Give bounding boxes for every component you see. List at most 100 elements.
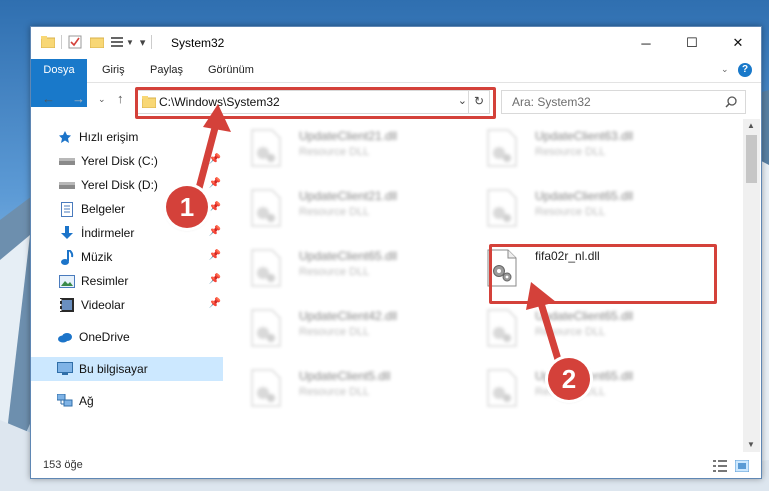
nav-label: Belgeler	[81, 202, 126, 216]
forward-arrow-icon[interactable]: →	[72, 91, 85, 106]
dll-file-icon	[487, 129, 517, 167]
recent-locations-icon[interactable]: ⌄	[98, 94, 106, 105]
nav-label: OneDrive	[79, 330, 130, 344]
drive-icon	[59, 177, 75, 193]
music-icon	[59, 249, 75, 265]
scrollbar-thumb[interactable]	[746, 135, 757, 183]
nav-label: Yerel Disk (D:)	[81, 178, 158, 192]
pin-icon[interactable]: 📌	[209, 226, 221, 237]
list-item[interactable]: UpdateClient65.dll Resource DLL	[469, 303, 689, 351]
list-item[interactable]: UpdateClient65.dll Resource DLL	[469, 183, 689, 231]
nav-item-network[interactable]: Ağ	[31, 389, 223, 413]
file-name: UpdateClient42.dll	[299, 309, 398, 323]
pin-icon[interactable]: 📌	[209, 202, 221, 213]
vertical-scrollbar[interactable]: ▲ ▼	[743, 119, 760, 452]
pictures-icon	[59, 273, 75, 289]
search-placeholder: Ara: System32	[512, 95, 591, 109]
scroll-up-icon[interactable]: ▲	[747, 121, 755, 130]
list-item[interactable]: UpdateClient65.dll Resource DLL	[233, 243, 453, 291]
star-icon	[57, 129, 73, 145]
target-file-highlight-box	[489, 244, 717, 304]
computer-icon	[57, 361, 73, 377]
file-name: UpdateClient65.dll	[535, 189, 634, 203]
dll-file-icon	[251, 369, 281, 407]
title-bar: ▼ ▾ System32 ─ ☐ ✕	[31, 27, 761, 59]
file-type: Resource DLL	[299, 266, 370, 278]
file-explorer-window: ▼ ▾ System32 ─ ☐ ✕ Dosya Giriş Paylaş Gö…	[30, 26, 762, 479]
properties-icon[interactable]	[68, 35, 82, 49]
details-view-icon[interactable]	[713, 460, 727, 472]
file-name: UpdateClient65.dll	[299, 249, 398, 263]
tab-view[interactable]: Görünüm	[197, 59, 265, 82]
quick-access-toolbar: ▼ ▾	[41, 35, 158, 49]
cloud-icon	[57, 329, 73, 345]
chevron-down-icon[interactable]: ▼	[126, 38, 134, 47]
documents-icon	[59, 201, 75, 217]
large-icons-view-icon[interactable]	[735, 460, 749, 472]
nav-label: Ağ	[79, 394, 94, 408]
tab-share[interactable]: Paylaş	[139, 59, 194, 82]
tab-home[interactable]: Giriş	[91, 59, 136, 82]
search-icon	[725, 96, 737, 108]
dll-file-icon	[487, 369, 517, 407]
up-arrow-icon[interactable]: ↑	[117, 91, 124, 106]
search-input[interactable]: Ara: System32	[501, 90, 746, 114]
network-icon	[57, 393, 73, 409]
file-type: Resource DLL	[535, 326, 606, 338]
minimize-button[interactable]: ─	[623, 27, 669, 59]
folder-icon[interactable]	[41, 36, 55, 48]
file-name: UpdateClient5.dll	[299, 369, 391, 383]
step-2-badge: 2	[548, 358, 590, 400]
file-name: UpdateClient21.dll	[299, 129, 398, 143]
dll-file-icon	[251, 129, 281, 167]
list-item[interactable]: UpdateClient21.dll Resource DLL	[233, 183, 453, 231]
expand-ribbon-icon[interactable]: ⌄	[721, 64, 729, 75]
pin-icon[interactable]: 📌	[209, 154, 221, 165]
dll-file-icon	[487, 309, 517, 347]
nav-item-pictures[interactable]: Resimler 📌	[31, 269, 223, 293]
file-type: Resource DLL	[299, 386, 370, 398]
ribbon-tabs: Dosya Giriş Paylaş Görünüm ⌄ ?	[31, 59, 761, 107]
nav-label: Resimler	[81, 274, 129, 288]
nav-item-quick-access[interactable]: Hızlı erişim	[31, 125, 223, 149]
nav-item-videos[interactable]: Videolar 📌	[31, 293, 223, 317]
pin-icon[interactable]: 📌	[209, 250, 221, 261]
window-title: System32	[171, 36, 225, 50]
file-name: UpdateClient63.dll	[535, 129, 634, 143]
dll-file-icon	[487, 189, 517, 227]
dll-file-icon	[251, 309, 281, 347]
nav-label: Videolar	[81, 298, 125, 312]
status-bar: 153 öğe	[31, 453, 761, 478]
list-item[interactable]: UpdateClient42.dll Resource DLL	[233, 303, 453, 351]
pin-icon[interactable]: 📌	[209, 274, 221, 285]
scroll-down-icon[interactable]: ▼	[747, 440, 755, 449]
file-type: Resource DLL	[535, 146, 606, 158]
nav-label: Bu bilgisayar	[79, 362, 148, 376]
maximize-button[interactable]: ☐	[669, 27, 715, 59]
navigation-pane: Hızlı erişim Yerel Disk (C:) 📌 Yerel Dis…	[31, 119, 231, 449]
new-folder-icon[interactable]	[90, 36, 104, 48]
nav-item-music[interactable]: Müzik 📌	[31, 245, 223, 269]
nav-item-local-disk-c[interactable]: Yerel Disk (C:) 📌	[31, 149, 223, 173]
address-highlight-box	[135, 87, 496, 119]
step-1-badge: 1	[166, 186, 208, 228]
download-icon	[59, 225, 75, 241]
file-name: UpdateClient21.dll	[299, 189, 398, 203]
back-arrow-icon[interactable]: ←	[42, 91, 55, 106]
close-button[interactable]: ✕	[715, 27, 761, 59]
list-item[interactable]: UpdateClient5.dll Resource DLL	[233, 363, 453, 411]
drive-icon	[59, 153, 75, 169]
nav-item-this-pc[interactable]: Bu bilgisayar	[31, 357, 223, 381]
file-name: UpdateClient65.dll	[535, 309, 634, 323]
nav-label: Hızlı erişim	[79, 130, 139, 144]
list-item[interactable]: UpdateClient21.dll Resource DLL	[233, 123, 453, 171]
pin-icon[interactable]: 📌	[209, 298, 221, 309]
nav-item-onedrive[interactable]: OneDrive	[31, 325, 223, 349]
list-item[interactable]: UpdateClient63.dll Resource DLL	[469, 123, 689, 171]
help-button[interactable]: ?	[738, 63, 752, 77]
pin-icon[interactable]: 📌	[209, 178, 221, 189]
dll-file-icon	[251, 189, 281, 227]
qat-menu-icon[interactable]: ▾	[140, 36, 146, 49]
nav-label: İndirmeler	[81, 226, 135, 240]
customize-icon[interactable]	[110, 36, 124, 48]
